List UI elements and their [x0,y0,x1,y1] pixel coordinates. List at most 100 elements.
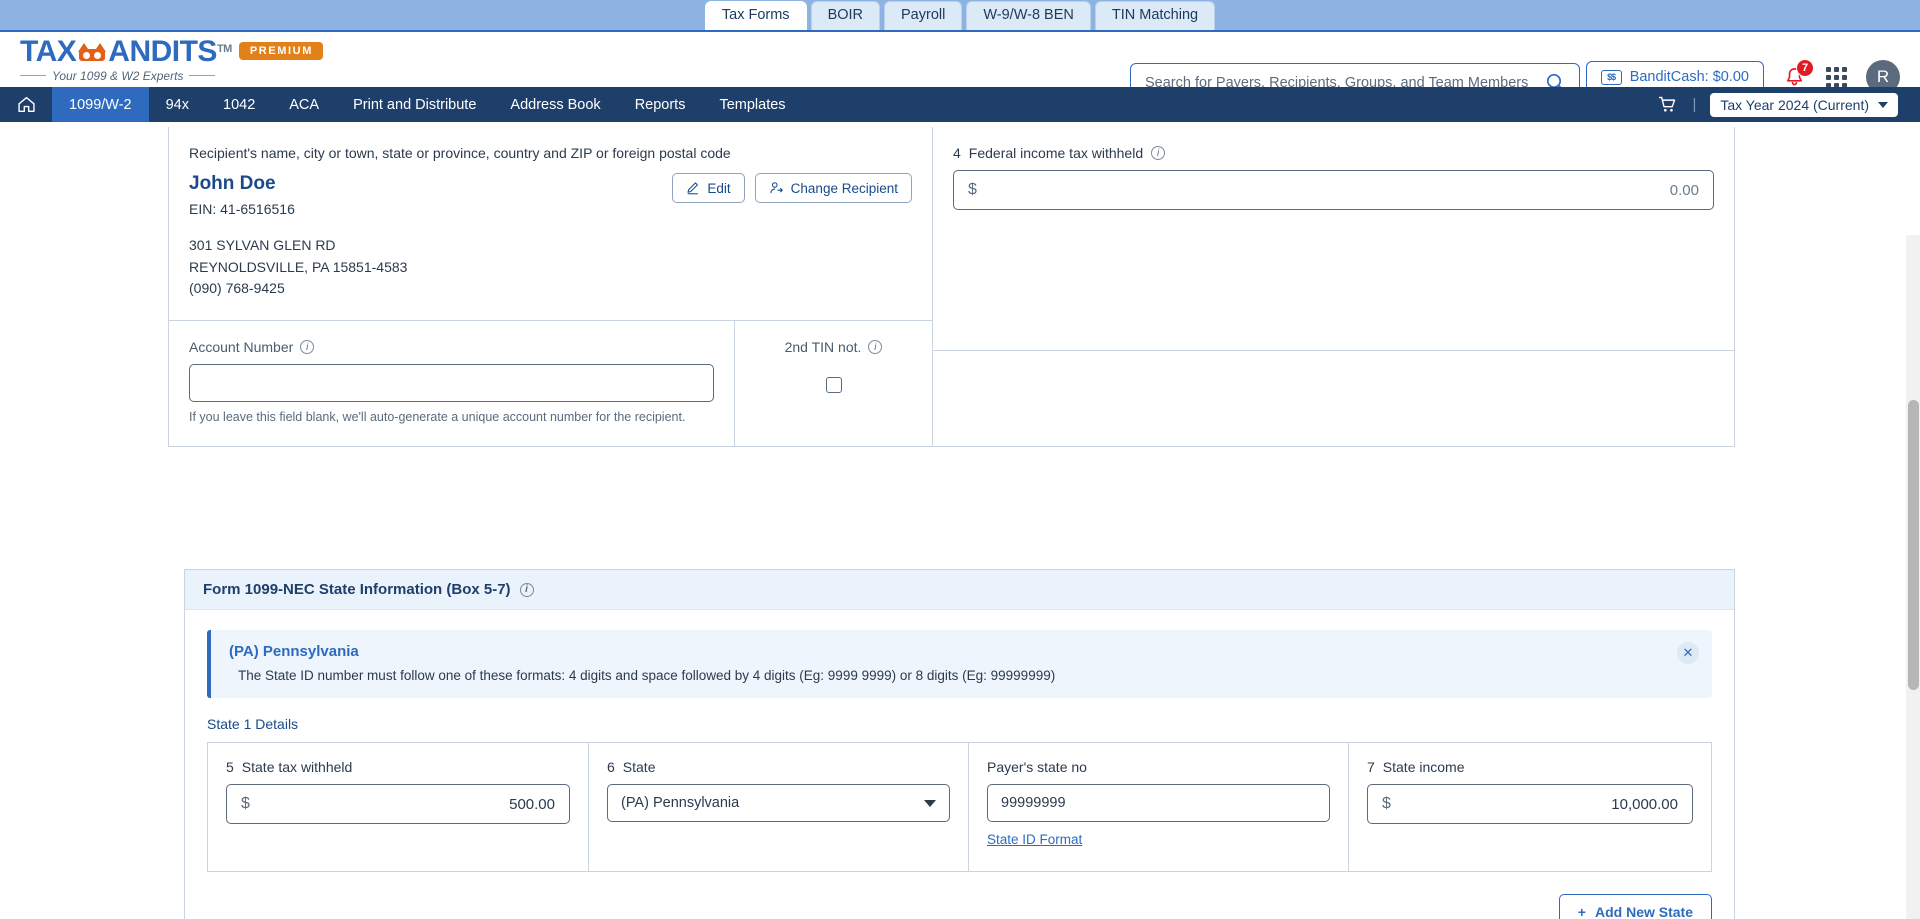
tax-year-value: Tax Year 2024 (Current) [1720,96,1869,113]
add-new-state-button[interactable]: + Add New State [1558,894,1712,919]
recipient-form-card: Recipient's name, city or town, state or… [168,127,1735,448]
state-information-header: Form 1099-NEC State Information (Box 5-7… [185,570,1734,610]
nav-item-reports[interactable]: Reports [618,87,703,122]
product-tab-boir[interactable]: BOIR [810,0,881,30]
account-number-label-row: Account Number i [189,339,714,355]
state-select-label: State [622,759,656,775]
nav-item-label: 94x [165,96,189,113]
recipient-address: 301 SYLVAN GLEN RD REYNOLDSVILLE, PA 158… [189,235,407,300]
nav-item-label: 1042 [223,96,256,113]
state-information-title: Form 1099-NEC State Information (Box 5-7… [203,581,511,598]
state-alert-message: The State ID number must follow one of t… [238,668,1056,683]
payer-state-no-label-row: Payer's state no [987,759,1330,775]
nav-item-1099-w2[interactable]: 1099/W-2 [52,87,149,122]
recipient-section-label: Recipient's name, city or town, state or… [189,145,731,161]
state-tax-withheld-label-row: 5 State tax withheld [226,759,570,775]
edit-recipient-button[interactable]: Edit [672,173,745,203]
nav-item-94x[interactable]: 94x [149,87,206,122]
notification-count-badge: 7 [1796,59,1814,77]
grid-apps-icon[interactable] [1826,66,1847,88]
state-id-format-link[interactable]: State ID Format [987,832,1082,847]
payer-state-no-input[interactable] [987,784,1330,822]
product-tab-label: Tax Forms [721,6,790,23]
state-tax-withheld-input[interactable]: $ 500.00 [226,784,570,824]
nav-item-address-book[interactable]: Address Book [493,87,617,122]
brand-logo-text: TAX ANDITS TM [20,34,232,68]
federal-income-tax-group: 4 Federal income tax withheld i $ 0.00 [933,127,1734,210]
nav-item-label: Print and Distribute [353,96,477,113]
state-tax-withheld-label: State tax withheld [241,759,353,775]
scrollbar-thumb[interactable] [1908,400,1919,690]
shopping-cart-icon[interactable] [1657,94,1678,115]
product-tab-w9-w8ben[interactable]: W-9/W-8 BEN [966,0,1091,30]
home-icon [17,96,35,113]
info-icon[interactable]: i [1151,146,1166,160]
brand-logo[interactable]: TAX ANDITS TM PREMIUM Your 1099 & W2 Exp… [20,34,323,83]
brand-name-left: TAX [20,34,77,68]
nav-item-label: ACA [289,96,320,113]
second-tin-label-row: 2nd TIN not. i [755,339,912,355]
product-tab-label: BOIR [827,6,864,23]
payer-state-no-label: Payer's state no [987,759,1087,775]
chevron-down-icon [1878,101,1888,108]
nav-item-templates[interactable]: Templates [702,87,802,122]
state-income-label: State income [1382,759,1465,775]
change-recipient-button[interactable]: Change Recipient [754,173,912,203]
federal-panel: 4 Federal income tax withheld i $ 0.00 [933,127,1734,446]
close-icon[interactable]: ✕ [1677,642,1699,664]
info-icon[interactable]: i [300,340,315,355]
federal-income-tax-label-row: 4 Federal income tax withheld i [953,145,1714,161]
state-select-group: 6 State (PA) Pennsylvania [589,743,969,871]
main-navigation: 1099/W-2 94x 1042 ACA Print and Distribu… [0,87,1920,122]
brand-tagline: Your 1099 & W2 Experts [20,69,323,83]
state-income-value: 10,000.00 [1611,795,1678,813]
product-tab-tin-matching[interactable]: TIN Matching [1094,0,1216,30]
payer-state-no-group: Payer's state no State ID Format [969,743,1349,871]
state-select-label-row: 6 State [607,759,950,775]
plus-icon: + [1577,904,1586,919]
second-tin-checkbox[interactable] [825,377,842,394]
product-tab-tax-forms[interactable]: Tax Forms [704,0,807,30]
premium-badge: PREMIUM [238,41,323,60]
main-content: Recipient's name, city or town, state or… [0,122,1920,919]
nav-item-print-and-distribute[interactable]: Print and Distribute [336,87,493,122]
federal-box-number: 4 [953,145,961,161]
product-tab-label: TIN Matching [1111,6,1199,23]
brand-name-right: ANDITS [108,34,217,68]
state-income-box-number: 7 [1367,759,1375,775]
add-new-state-label: Add New State [1594,904,1693,919]
currency-symbol: $ [241,795,250,812]
vertical-scrollbar[interactable] [1906,235,1920,919]
info-icon[interactable]: i [868,340,883,355]
recipient-address-line2: REYNOLDSVILLE, PA 15851-4583 [189,258,408,275]
info-icon[interactable]: i [519,582,534,597]
nav-item-1042[interactable]: 1042 [206,87,272,122]
state-select-dropdown[interactable]: (PA) Pennsylvania [607,784,950,822]
tax-year-dropdown[interactable]: Tax Year 2024 (Current) [1710,92,1898,117]
state-select-value: (PA) Pennsylvania [621,795,740,811]
brand-tagline-text: Your 1099 & W2 Experts [52,68,184,83]
currency-symbol: $ [968,181,977,198]
product-tab-payroll[interactable]: Payroll [884,0,963,30]
bandit-cash-label: BanditCash: $0.00 [1629,69,1749,85]
state-income-group: 7 State income $ 10,000.00 [1349,743,1711,871]
nav-separator: | [1692,96,1697,113]
product-tab-label: W-9/W-8 BEN [983,6,1074,23]
app-header: TAX ANDITS TM PREMIUM Your 1099 & W2 Exp… [0,32,1920,102]
nav-home-button[interactable] [0,87,52,122]
currency-symbol: $ [1382,795,1391,812]
bandit-mask-icon [77,42,107,64]
account-number-input[interactable] [189,364,714,403]
state-details-label: State 1 Details [207,716,299,732]
recipient-ein: EIN: 41-6516516 [189,201,295,217]
nav-item-aca[interactable]: ACA [272,87,336,122]
state-income-input[interactable]: $ 10,000.00 [1367,784,1693,824]
user-switch-icon [770,182,783,194]
second-tin-group: 2nd TIN not. i [735,321,932,446]
recipient-actions: Edit Change Recipient [672,173,912,203]
change-recipient-label: Change Recipient [790,180,898,196]
recipient-panel: Recipient's name, city or town, state or… [169,127,933,447]
state-information-card: Form 1099-NEC State Information (Box 5-7… [184,569,1735,919]
federal-income-tax-input[interactable]: $ 0.00 [953,170,1714,210]
account-number-label: Account Number [189,339,294,356]
